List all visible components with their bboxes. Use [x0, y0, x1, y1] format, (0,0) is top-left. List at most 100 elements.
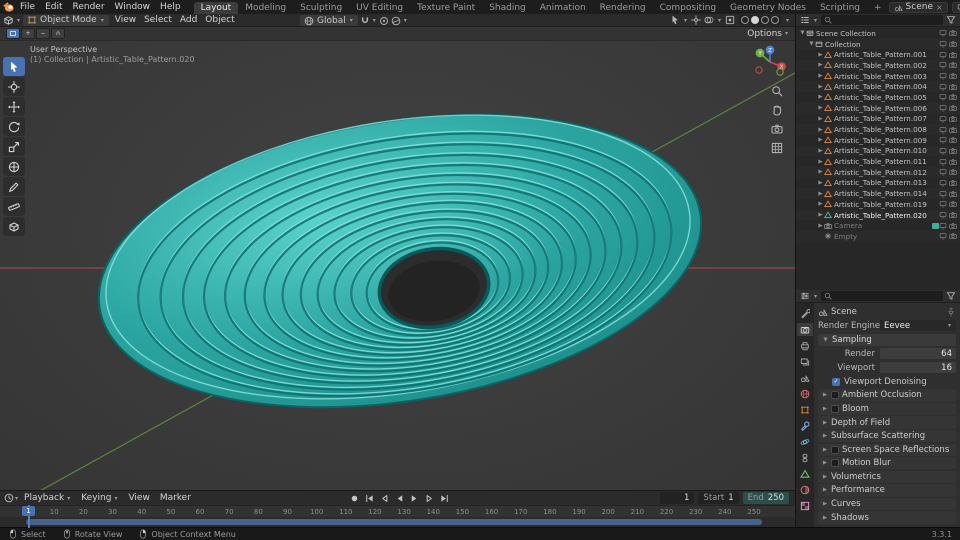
viewlayer-selector[interactable]: ViewLayer ×	[952, 2, 960, 13]
expand-arrow-icon[interactable]: ▶	[817, 62, 824, 68]
expand-arrow-icon[interactable]: ▶	[817, 223, 824, 229]
render-visibility-icon[interactable]	[949, 158, 957, 166]
expand-arrow-icon[interactable]: ▶	[817, 159, 824, 165]
shading-wireframe-icon[interactable]	[741, 16, 749, 24]
tool-scale-button[interactable]	[3, 137, 25, 156]
expand-arrow-icon[interactable]: ▶	[817, 94, 824, 100]
render-visibility-icon[interactable]	[949, 179, 957, 187]
timeline-menu-marker[interactable]: Marker	[155, 493, 196, 503]
properties-search-input[interactable]	[821, 291, 943, 301]
artistic-table-pattern-object[interactable]	[78, 75, 722, 447]
workspace-tab-geometry-nodes[interactable]: Geometry Nodes	[723, 2, 813, 14]
workspace-tab-texture-paint[interactable]: Texture Paint	[410, 2, 482, 14]
timeline-menu-keying[interactable]: Keying▾	[76, 493, 123, 503]
outliner-row[interactable]: ▶Artistic_Table_Pattern.013	[796, 178, 960, 189]
properties-tab-physics[interactable]	[797, 435, 813, 448]
record-button[interactable]	[348, 492, 361, 504]
properties-editor-icon[interactable]	[800, 291, 810, 301]
shading-material-icon[interactable]	[761, 16, 769, 24]
render-visibility-icon[interactable]	[949, 40, 957, 48]
tool-select-box-button[interactable]	[3, 57, 25, 76]
expand-arrow-icon[interactable]: ▶	[817, 148, 824, 154]
render-visibility-icon[interactable]	[949, 72, 957, 80]
viewport-menu-object[interactable]: Object	[201, 15, 238, 25]
tool-rotate-button[interactable]	[3, 117, 25, 136]
properties-tab-material[interactable]	[797, 483, 813, 496]
section-ambient-occlusion[interactable]: ▶Ambient Occlusion	[818, 389, 956, 401]
snap-magnet-icon[interactable]	[360, 16, 370, 26]
render-visibility-icon[interactable]	[949, 232, 957, 240]
chevron-down-icon[interactable]: ▾	[373, 17, 376, 24]
section-checkbox[interactable]	[831, 459, 839, 467]
viewport-denoising-checkbox[interactable]: ✓	[832, 378, 840, 386]
options-dropdown[interactable]: Options ▾	[747, 29, 789, 39]
viewport-visibility-icon[interactable]	[939, 72, 947, 80]
section-performance[interactable]: ▶Performance	[818, 484, 956, 496]
expand-arrow-icon[interactable]: ▶	[817, 169, 824, 175]
frame-end-field[interactable]: End 250	[743, 492, 789, 504]
topbar-menu-help[interactable]: Help	[155, 2, 186, 12]
section-checkbox[interactable]	[831, 391, 839, 399]
select-mode-subtract-button[interactable]: −	[36, 28, 50, 39]
render-visibility-icon[interactable]	[949, 211, 957, 219]
expand-arrow-icon[interactable]: ▼	[808, 41, 815, 47]
jump-to-end-button[interactable]	[438, 492, 451, 504]
tool-annotate-button[interactable]	[3, 177, 25, 196]
render-visibility-icon[interactable]	[949, 61, 957, 69]
expand-arrow-icon[interactable]: ▶	[817, 105, 824, 111]
timeline-menu-view[interactable]: View	[123, 493, 154, 503]
scene-clear-icon[interactable]: ×	[936, 3, 943, 12]
properties-tab-output[interactable]	[797, 339, 813, 352]
workspace-tab-rendering[interactable]: Rendering	[593, 2, 653, 14]
zoom-icon[interactable]	[771, 85, 783, 97]
render-visibility-icon[interactable]	[949, 126, 957, 134]
expand-arrow-icon[interactable]: ▶	[817, 180, 824, 186]
outliner-row[interactable]: ▶Artistic_Table_Pattern.011	[796, 156, 960, 167]
workspace-tab-modeling[interactable]: Modeling	[238, 2, 293, 14]
outliner-row[interactable]: ▶Artistic_Table_Pattern.005	[796, 92, 960, 103]
render-visibility-icon[interactable]	[949, 51, 957, 59]
properties-tab-world[interactable]	[797, 387, 813, 400]
workspace-tab-shading[interactable]: Shading	[482, 2, 533, 14]
outliner-row[interactable]: ▶Artistic_Table_Pattern.007	[796, 114, 960, 125]
expand-arrow-icon[interactable]: ▶	[817, 116, 824, 122]
scene-selector[interactable]: Scene ×	[889, 2, 948, 13]
tool-measure-button[interactable]	[3, 197, 25, 216]
select-mode-extend-button[interactable]: +	[21, 28, 35, 39]
render-visibility-icon[interactable]	[949, 200, 957, 208]
section-depth-of-field[interactable]: ▶Depth of Field	[818, 416, 956, 428]
properties-tab-data[interactable]	[797, 467, 813, 480]
pan-hand-icon[interactable]	[771, 104, 783, 116]
orientation-dropdown[interactable]: Global ▾	[300, 15, 358, 26]
workspace-tab--[interactable]: +	[867, 2, 889, 14]
next-keyframe-button[interactable]	[423, 492, 436, 504]
section-shadows[interactable]: ▶Shadows	[818, 511, 956, 523]
expand-arrow-icon[interactable]: ▶	[817, 201, 824, 207]
chevron-down-icon[interactable]: ▾	[718, 17, 721, 24]
expand-arrow-icon[interactable]: ▶	[817, 127, 824, 133]
viewport-visibility-icon[interactable]	[939, 61, 947, 69]
filter-icon[interactable]	[946, 15, 956, 25]
workspace-tab-animation[interactable]: Animation	[533, 2, 593, 14]
camera-view-icon[interactable]	[771, 123, 783, 135]
chevron-down-icon[interactable]: ▾	[684, 17, 687, 24]
gizmos-toggle-icon[interactable]	[691, 15, 701, 25]
render-visibility-icon[interactable]	[949, 190, 957, 198]
properties-tab-object[interactable]	[797, 403, 813, 416]
viewport-menu-add[interactable]: Add	[176, 15, 201, 25]
chevron-down-icon[interactable]: ▾	[786, 17, 789, 24]
section-bloom[interactable]: ▶Bloom	[818, 403, 956, 415]
shading-rendered-icon[interactable]	[771, 16, 779, 24]
viewport-visibility-icon[interactable]	[939, 222, 947, 230]
expand-arrow-icon[interactable]: ▼	[799, 30, 806, 36]
viewport-visibility-icon[interactable]	[939, 93, 947, 101]
navigation-gizmo[interactable]: X Y Z	[753, 45, 787, 79]
viewport-visibility-icon[interactable]	[939, 190, 947, 198]
tool-cursor-button[interactable]	[3, 77, 25, 96]
sampling-panel-header[interactable]: ▼ Sampling	[818, 334, 956, 346]
expand-arrow-icon[interactable]: ▶	[817, 73, 824, 79]
outliner-row[interactable]: ▼Collection	[796, 39, 960, 50]
viewport-menu-select[interactable]: Select	[140, 15, 176, 25]
properties-tab-render[interactable]	[797, 323, 813, 336]
outliner-row[interactable]: ▶Artistic_Table_Pattern.014	[796, 188, 960, 199]
